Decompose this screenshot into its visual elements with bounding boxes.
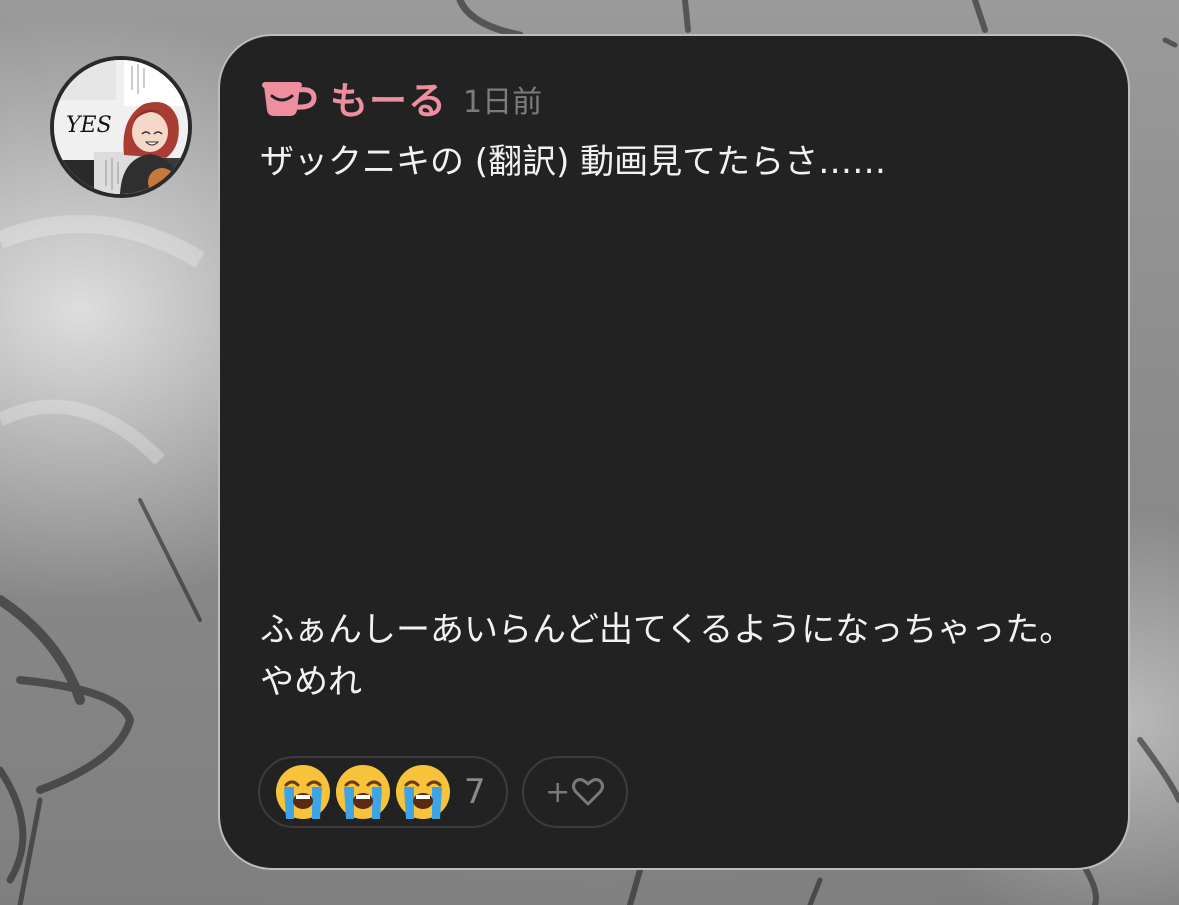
user-avatar[interactable]: YES [50, 56, 192, 198]
avatar-caption: YES [66, 113, 112, 138]
loudly-crying-face-icon [276, 765, 330, 819]
loudly-crying-face-icon [336, 765, 390, 819]
reaction-pill[interactable]: 7 [258, 756, 508, 828]
loudly-crying-face-icon [396, 765, 450, 819]
reactions-bar: 7 + [258, 756, 628, 828]
post-card[interactable]: もーる 1日前 ザックニキの (翻訳) 動画見てたらさ…… ふぁんしーあいらんど… [218, 34, 1130, 870]
post-message: ザックニキの (翻訳) 動画見てたらさ…… ふぁんしーあいらんど出てくるようにな… [260, 142, 1074, 702]
add-reaction-label: + [545, 774, 571, 810]
add-reaction-button[interactable]: + [521, 756, 628, 828]
post-timestamp: 1日前 [463, 85, 543, 120]
username[interactable]: もーる [330, 70, 447, 125]
post-header: もーる 1日前 [260, 70, 543, 125]
coffee-cup-icon [262, 82, 317, 116]
heart-outline-icon [572, 778, 605, 806]
reaction-count: 7 [464, 772, 486, 812]
